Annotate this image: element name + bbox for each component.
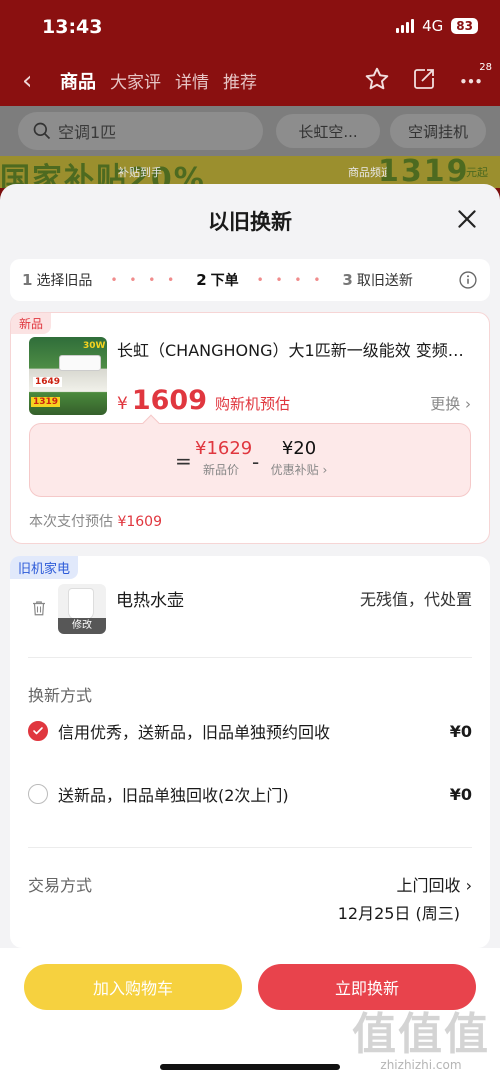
price-symbol: ¥ (117, 394, 128, 414)
step-3-label: 取旧送新 (356, 273, 413, 289)
tab-details[interactable]: 详情 (175, 68, 209, 94)
step-3: 3 取旧送新 (342, 270, 412, 290)
sheet-title: 以旧换新 (208, 210, 292, 234)
radio-unchecked-icon[interactable] (28, 784, 48, 804)
old-product-image[interactable]: 修改 (58, 584, 106, 634)
new-price-value: ¥1629 (195, 438, 253, 459)
step-1-num: 1 (22, 271, 33, 289)
old-product-status: 无残值，代处置 (359, 590, 472, 609)
exchange-title: 换新方式 (28, 686, 93, 705)
image-price: 1649 (33, 377, 63, 387)
subsidy-value: ¥20 (281, 438, 317, 459)
new-price-col: ¥1629 新品价 (195, 438, 253, 478)
banner-sub1: 补贴到手 (118, 166, 162, 179)
network-label: 4G (422, 17, 444, 35)
banner-unit: 元起 (466, 166, 488, 179)
tab-reviews[interactable]: 大家评 (110, 68, 161, 94)
trade-title: 交易方式 (28, 876, 93, 895)
product-image[interactable]: 30W 1649 1319 (29, 337, 107, 415)
exchange-option-2[interactable]: 送新品，旧品单独回收(2次上门) ¥0 (28, 782, 472, 806)
radio-checked-icon[interactable] (28, 721, 48, 741)
price-value: 1609 (131, 385, 207, 416)
step-2: 2 下单 (196, 270, 238, 290)
trade-method-label: 上门回收 (396, 876, 461, 895)
new-product-card: 新品 30W 1649 1319 长虹（CHANGHONG）大1匹新一级能效 变… (10, 312, 490, 544)
trade-date: 12月25日 (周三) (337, 904, 460, 923)
pay-est-value: ¥1609 (117, 514, 162, 530)
nav-icons (364, 66, 484, 92)
chevron-right-icon: › (318, 463, 328, 477)
home-indicator[interactable] (160, 1064, 340, 1070)
tab-product[interactable]: 商品 (60, 68, 96, 94)
search-icon (33, 122, 51, 140)
watermark: 值值值 zhizhizhi.com (352, 998, 490, 1072)
back-icon[interactable]: ‹ (22, 66, 32, 96)
price-note: 购新机预估 (214, 395, 290, 413)
status-bar: 13:43 4G 83 (0, 0, 500, 54)
divider (28, 847, 472, 848)
search-input[interactable]: 空调1匹 (18, 112, 263, 150)
kettle-illustration (68, 588, 94, 620)
breakdown-notch (142, 414, 160, 432)
product-nav: ‹ 商品 大家评 详情 推荐 28 (0, 54, 500, 106)
old-product-card: 旧机家电 修改 电热水壶 无残值，代处置 换新方式 信用优秀，送新品，旧品单独预… (10, 556, 490, 948)
ac-unit-illustration (59, 355, 101, 371)
pay-est-label: 本次支付预估 (29, 514, 113, 530)
step-3-num: 3 (342, 271, 353, 289)
trade-in-sheet: 以旧换新 1 选择旧品 • • • • 2 下单 • • • • 3 取旧送新 … (0, 184, 500, 1082)
watermark-logo: 值值值 (352, 1009, 490, 1060)
step-2-label: 下单 (210, 273, 239, 289)
chevron-right-icon: › (465, 395, 471, 413)
trash-icon[interactable] (30, 598, 48, 618)
image-price2: 1319 (31, 397, 61, 407)
product-name[interactable]: 长虹（CHANGHONG）大1匹新一级能效 变频冷暖 壁挂式空调挂机 (117, 337, 477, 361)
star-icon[interactable] (364, 66, 390, 92)
search-chip-2[interactable]: 空调挂机 (390, 114, 486, 148)
bottom-action-bar: 加入购物车 立即换新 值值值 zhizhizhi.com (0, 948, 500, 1082)
chevron-right-icon: › (460, 876, 472, 895)
battery-icon: 83 (451, 18, 478, 34)
image-power: 30W (83, 341, 106, 351)
step-1: 1 选择旧品 (22, 270, 92, 290)
share-icon[interactable] (412, 67, 436, 91)
divider (28, 657, 472, 658)
status-time: 13:43 (42, 16, 103, 38)
subsidy-label-wrap: 优惠补贴 › (268, 461, 330, 478)
change-product-link[interactable]: 更换 › (430, 393, 471, 414)
step-dots: • • • • (110, 273, 179, 287)
search-text: 空调1匹 (58, 123, 117, 142)
price-breakdown: = ¥1629 新品价 - ¥20 优惠补贴 › (29, 414, 471, 497)
product-price: ¥ 1609 购新机预估 (117, 385, 290, 416)
change-label: 更换 (430, 395, 461, 413)
option-2-label: 送新品，旧品单独回收(2次上门) (58, 786, 289, 805)
nav-tabs: 商品 大家评 详情 推荐 (60, 68, 257, 94)
edit-old-product[interactable]: 修改 (58, 618, 106, 634)
new-tag: 新品 (11, 313, 52, 334)
step-indicator: 1 选择旧品 • • • • 2 下单 • • • • 3 取旧送新 (10, 259, 490, 301)
add-to-cart-button[interactable]: 加入购物车 (24, 964, 242, 1010)
trade-method[interactable]: 上门回收 › (397, 872, 473, 896)
close-icon[interactable] (454, 206, 480, 232)
subsidy-label: 优惠补贴 (270, 463, 319, 477)
subsidy-col[interactable]: ¥20 优惠补贴 › (268, 438, 330, 478)
pay-estimate: 本次支付预估 ¥1609 (29, 511, 162, 531)
option-1-price: ¥0 (449, 721, 472, 741)
option-1-label: 信用优秀，送新品，旧品单独预约回收 (58, 723, 331, 742)
minus-sign: - (252, 450, 260, 474)
search-chip-1[interactable]: 长虹空... (276, 114, 380, 148)
more-badge: 28 (479, 62, 492, 73)
option-2-price: ¥0 (449, 784, 472, 804)
tab-recommend[interactable]: 推荐 (223, 68, 257, 94)
info-icon[interactable] (458, 270, 478, 290)
old-product-name: 电热水壶 (116, 591, 184, 611)
step-1-label: 选择旧品 (36, 273, 93, 289)
step-dots: • • • • (256, 273, 325, 287)
step-2-num: 2 (196, 271, 207, 289)
new-price-label: 新品价 (202, 463, 239, 477)
equals-sign: = (175, 449, 192, 473)
status-indicators: 4G 83 (396, 17, 478, 35)
old-tag: 旧机家电 (10, 556, 79, 579)
exchange-option-1[interactable]: 信用优秀，送新品，旧品单独预约回收 ¥0 (28, 719, 472, 743)
signal-icon (396, 19, 415, 33)
